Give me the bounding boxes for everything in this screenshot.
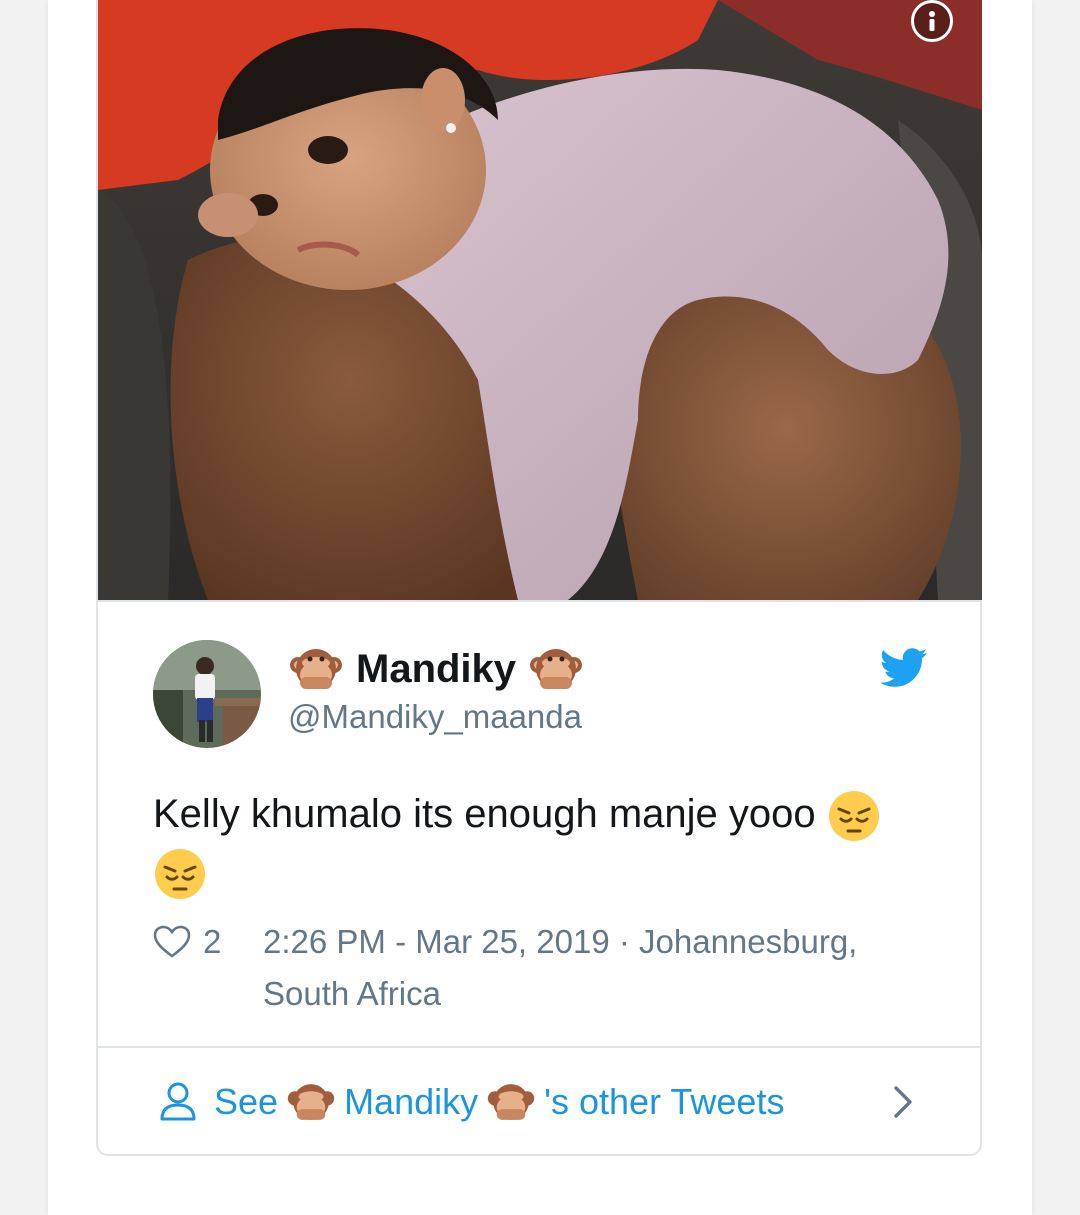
tweet-photo[interactable] [98,0,982,602]
see-no-evil-monkey-emoji [487,1084,535,1120]
display-name-text[interactable]: Mandiky [356,647,516,692]
chevron-right-icon[interactable] [888,1084,918,1120]
see-no-evil-monkey-emoji [530,649,583,689]
footer-name[interactable]: Mandiky [344,1081,478,1123]
tweet-text-content: Kelly khumalo its enough manje yooo [153,792,816,836]
user-handle[interactable]: @Mandiky_maanda [288,698,584,736]
embedded-tweet-card[interactable]: Mandiky @Mandiky_maanda Kelly khumalo it… [96,0,982,1156]
pensive-face-emoji [828,791,879,842]
person-icon [160,1082,196,1121]
timestamp-location[interactable]: 2:26 PM - Mar 25, 2019 · Johannesburg, S… [263,916,943,1020]
avatar[interactable] [153,640,261,748]
see-label[interactable]: See [214,1081,278,1123]
card-divider [98,1046,982,1048]
see-no-evil-monkey-emoji [287,1084,335,1120]
info-icon[interactable] [911,0,953,42]
display-name[interactable]: Mandiky [288,642,584,696]
heart-icon[interactable] [153,925,191,959]
tweet-author[interactable]: Mandiky @Mandiky_maanda [288,642,584,736]
baby-photo [98,0,982,600]
like-button[interactable]: 2 [153,916,221,968]
tweet-text: Kelly khumalo its enough manje yooo [153,786,933,901]
see-other-tweets-link[interactable]: See Mandiky 's other Tweets [158,1070,918,1134]
pensive-face-emoji [155,848,205,899]
twitter-bird-icon[interactable] [880,648,928,688]
like-count: 2 [203,923,222,960]
avatar-photo [153,640,261,748]
see-no-evil-monkey-emoji [290,649,342,689]
footer-suffix[interactable]: 's other Tweets [544,1081,784,1123]
